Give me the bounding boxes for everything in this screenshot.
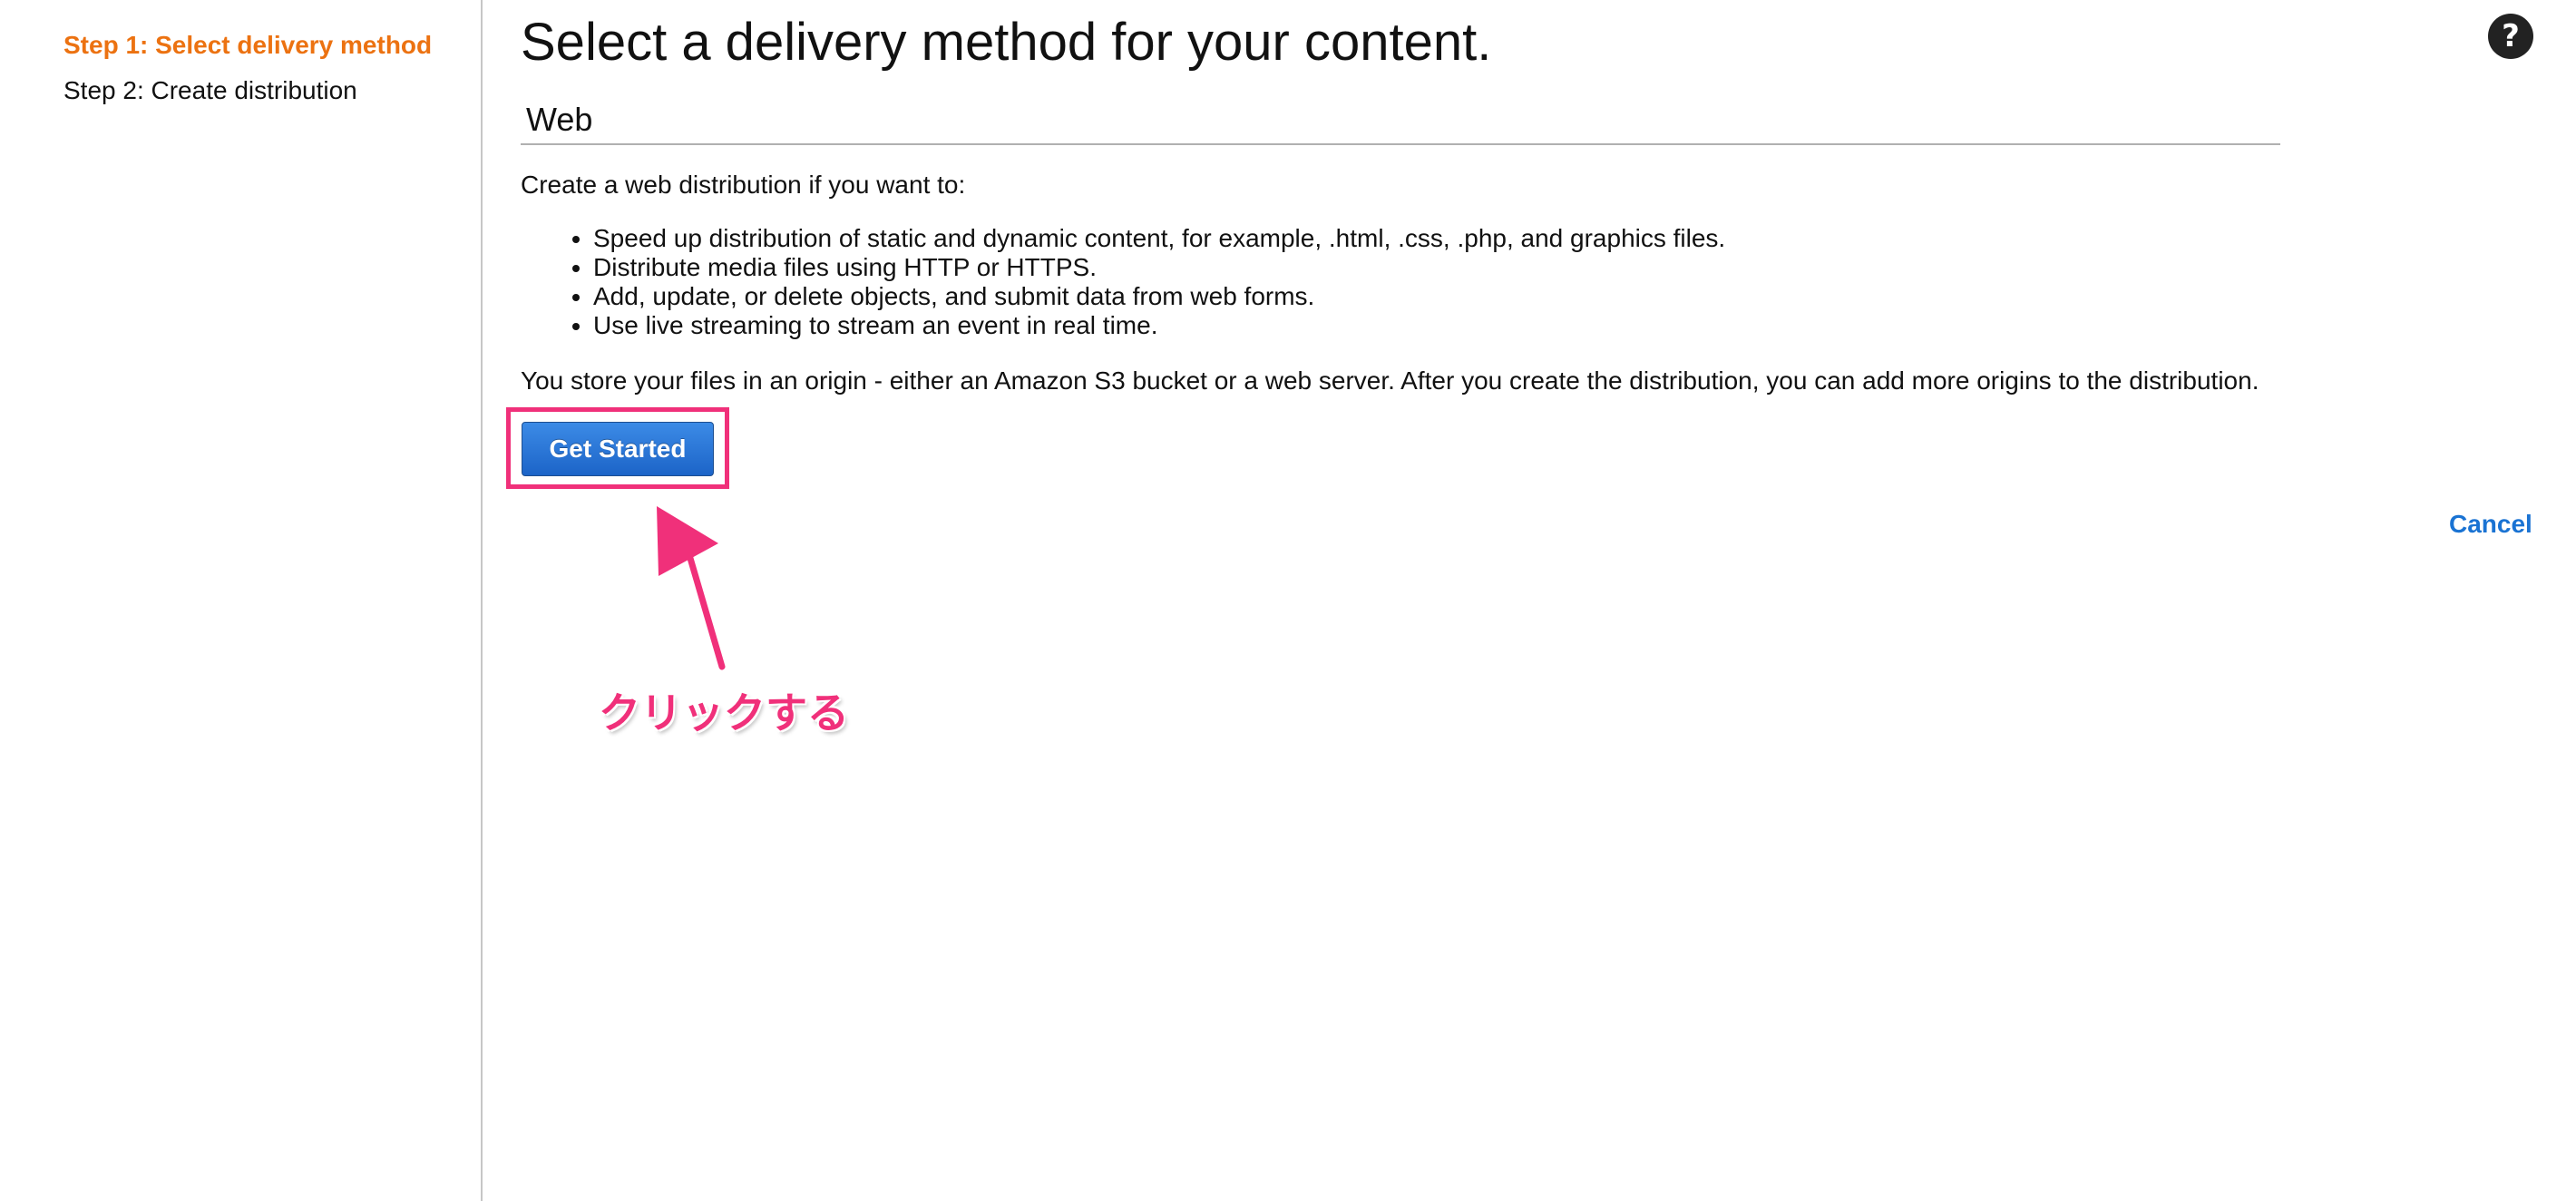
intro-text: Create a web distribution if you want to…: [521, 171, 966, 199]
annotation-arrow-icon: [657, 506, 726, 670]
wizard-sidebar: Step 1: Select delivery method Step 2: C…: [0, 0, 483, 1201]
page-title: Select a delivery method for your conten…: [521, 13, 1492, 72]
section-divider: [521, 143, 2280, 145]
list-item: Distribute media files using HTTP or HTT…: [593, 253, 1725, 282]
question-circle-icon[interactable]: ?: [2487, 13, 2534, 60]
get-started-button[interactable]: Get Started: [522, 422, 714, 476]
feature-list: Speed up distribution of static and dyna…: [521, 224, 1725, 340]
origin-note-text: You store your files in an origin - eith…: [521, 366, 2259, 395]
wizard-step-create-distribution[interactable]: Step 2: Create distribution: [63, 75, 357, 106]
wizard-step-select-delivery-method[interactable]: Step 1: Select delivery method: [63, 30, 432, 61]
annotation-click-label: クリックする: [599, 688, 849, 737]
section-heading-web: Web: [526, 101, 593, 138]
list-item: Speed up distribution of static and dyna…: [593, 224, 1725, 253]
list-item: Use live streaming to stream an event in…: [593, 311, 1725, 340]
list-item: Add, update, or delete objects, and subm…: [593, 282, 1725, 311]
cloudfront-create-distribution-page: Step 1: Select delivery method Step 2: C…: [0, 0, 2576, 1201]
cancel-link[interactable]: Cancel: [2449, 509, 2532, 540]
svg-text:?: ?: [2502, 18, 2520, 54]
